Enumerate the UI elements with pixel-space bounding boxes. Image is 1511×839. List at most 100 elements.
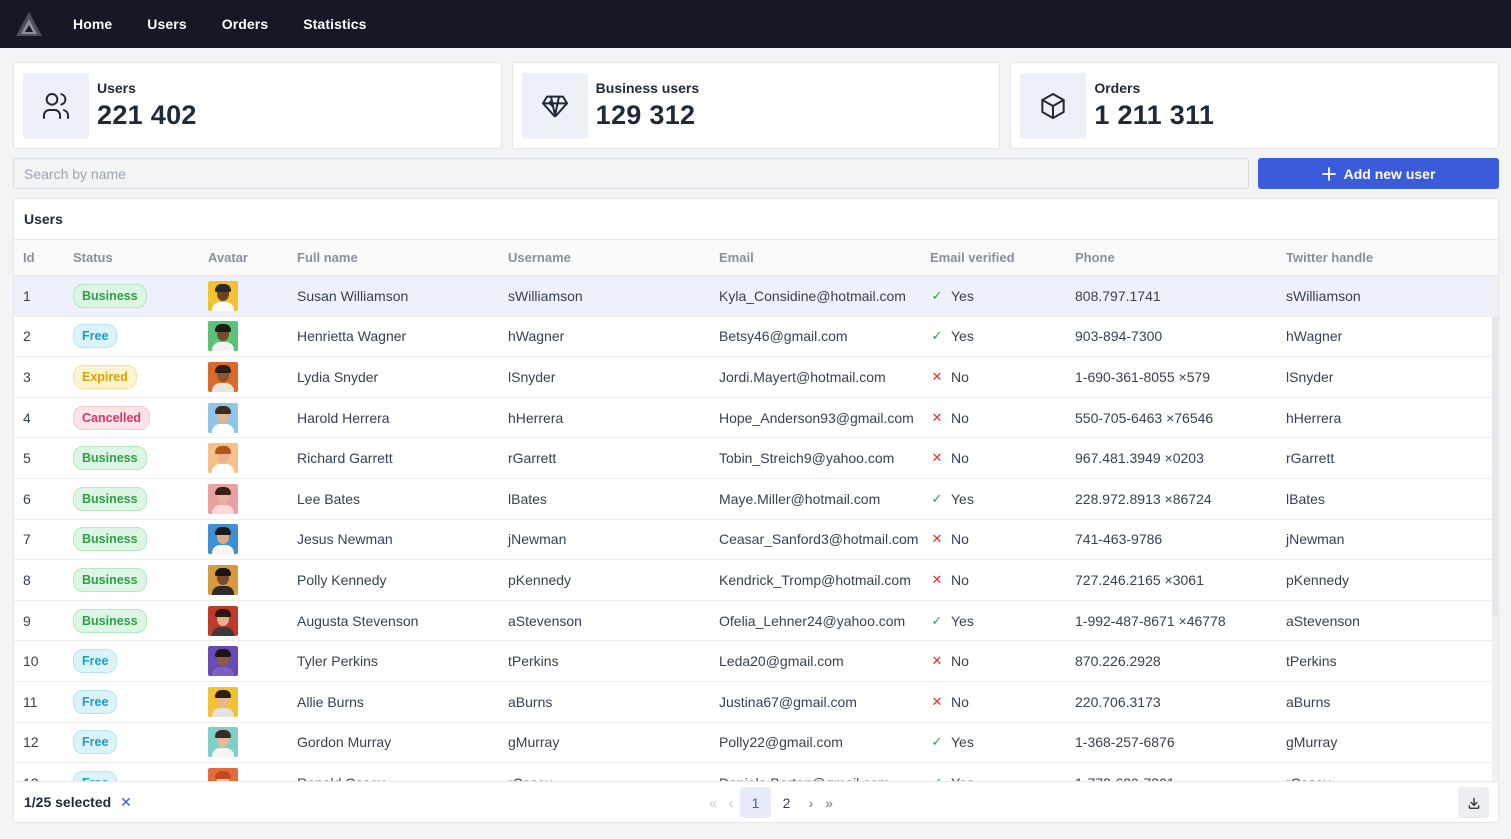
column-header-email[interactable]: Email xyxy=(719,250,930,265)
verified-label: Yes xyxy=(951,287,974,304)
first-page-icon[interactable]: « xyxy=(704,795,722,811)
status-badge: Business xyxy=(73,486,147,511)
add-user-button[interactable]: Add new user xyxy=(1258,158,1499,189)
cell-username: hWagner xyxy=(508,328,565,345)
page-button-1[interactable]: 1 xyxy=(740,787,771,818)
stat-label: Users xyxy=(97,80,136,96)
x-icon: ✕ xyxy=(931,571,943,587)
table-row[interactable]: 4 Cancelled Harold Herrera hHerrera Hope_And… xyxy=(14,398,1498,439)
table-row[interactable]: 6 Business Lee Bates lBates Maye.Miller@hotm… xyxy=(14,479,1498,520)
cell-email: Leda20@gmail.com xyxy=(719,653,844,670)
table-row[interactable]: 8 Business Polly Kennedy pKennedy Kendrick_T… xyxy=(14,560,1498,601)
column-header-twitter-handle[interactable]: Twitter handle xyxy=(1286,250,1498,265)
table-row[interactable]: 12 Free Gordon Murray gMurray Polly22@gmail.… xyxy=(14,723,1498,764)
cell-avatar xyxy=(208,564,297,595)
avatar[interactable] xyxy=(208,443,238,474)
verified-label: Yes xyxy=(951,328,974,345)
stat-label: Orders xyxy=(1094,80,1141,96)
avatar-hair xyxy=(215,689,231,698)
avatar[interactable] xyxy=(208,727,238,758)
cell-email: Hope_Anderson93@gmail.com xyxy=(719,409,914,426)
cell-email: Betsy46@gmail.com xyxy=(719,328,848,345)
next-page-icon[interactable]: › xyxy=(802,795,820,811)
column-header-id[interactable]: Id xyxy=(14,250,73,265)
last-page-icon[interactable]: » xyxy=(820,795,838,811)
table-body: 1 Business Susan Williamson sWilliamson Kyla… xyxy=(14,276,1498,782)
avatar[interactable] xyxy=(208,321,238,352)
column-header-status[interactable]: Status xyxy=(73,250,208,265)
table-row[interactable]: 10 Free Tyler Perkins tPerkins Leda20@gmail.… xyxy=(14,641,1498,682)
avatar-hair xyxy=(215,446,231,455)
verified-label: No xyxy=(951,571,969,588)
avatar-hair xyxy=(215,567,231,576)
avatar-body xyxy=(212,585,234,595)
nav-home-link[interactable]: Home xyxy=(73,16,112,32)
check-icon: ✓ xyxy=(931,287,943,303)
cell-username: aBurns xyxy=(508,693,553,710)
cell-full-name: Gordon Murray xyxy=(297,734,392,751)
avatar-hair xyxy=(215,283,231,292)
nav-statistics-link[interactable]: Statistics xyxy=(303,16,366,32)
verified-label: Yes xyxy=(951,612,974,629)
column-header-avatar[interactable]: Avatar xyxy=(208,250,297,265)
verified-label: No xyxy=(951,653,969,670)
table-row[interactable]: 2 Free Henrietta Wagner hWagner Betsy46@gmai… xyxy=(14,317,1498,358)
table-scrollbar[interactable] xyxy=(1492,276,1498,782)
avatar[interactable] xyxy=(208,646,238,677)
users-icon xyxy=(23,72,89,139)
status-badge: Business xyxy=(73,567,147,592)
table-row[interactable]: 1 Business Susan Williamson sWilliamson Kyla… xyxy=(14,276,1498,317)
avatar[interactable] xyxy=(208,564,238,595)
column-header-username[interactable]: Username xyxy=(508,250,719,265)
cell-id: 7 xyxy=(23,531,31,548)
avatar[interactable] xyxy=(208,280,238,311)
status-badge: Free xyxy=(73,689,118,714)
column-header-phone[interactable]: Phone xyxy=(1075,250,1286,265)
avatar-hair xyxy=(215,527,231,536)
x-icon: ✕ xyxy=(931,368,943,384)
table-row[interactable]: 9 Business Augusta Stevenson aStevenson Ofel… xyxy=(14,601,1498,642)
search-input[interactable] xyxy=(13,158,1249,189)
table-row[interactable]: 7 Business Jesus Newman jNewman Ceasar_Sanfo… xyxy=(14,520,1498,561)
cell-id: 6 xyxy=(23,490,31,507)
scrollbar-thumb[interactable] xyxy=(1492,316,1498,616)
cell-status: Business xyxy=(73,527,208,552)
nav-orders-link[interactable]: Orders xyxy=(222,16,269,32)
cell-phone: 967.481.3949 ×0203 xyxy=(1075,450,1204,467)
avatar-hair xyxy=(215,730,231,739)
table-row[interactable]: 11 Free Allie Burns aBurns Justina67@gmail.c… xyxy=(14,682,1498,723)
logo-icon[interactable] xyxy=(15,10,43,38)
cell-email-verified: ✓ Yes xyxy=(930,288,1075,304)
avatar[interactable] xyxy=(208,686,238,717)
avatar-body xyxy=(212,504,234,514)
avatar[interactable] xyxy=(208,361,238,392)
cell-status: Business xyxy=(73,446,208,471)
table-row[interactable]: 3 Expired Lydia Snyder lSnyder Jordi.Mayert@… xyxy=(14,357,1498,398)
table-row[interactable]: 13FreeRonald CaseyrCaseyDaniela.Barton@g… xyxy=(14,763,1498,782)
page-button-2[interactable]: 2 xyxy=(771,787,802,818)
cell-email-verified: ✓ Yes xyxy=(930,734,1075,750)
avatar[interactable] xyxy=(208,767,238,782)
cell-avatar xyxy=(208,443,297,474)
cell-username: hHerrera xyxy=(508,409,564,426)
cell-id: 4 xyxy=(23,409,31,426)
cell-twitter-handle: tPerkins xyxy=(1286,653,1337,670)
download-button[interactable] xyxy=(1458,787,1489,818)
avatar[interactable] xyxy=(208,402,238,433)
avatar[interactable] xyxy=(208,483,238,514)
stat-value: 1 211 311 xyxy=(1094,100,1215,130)
column-header-email-verified[interactable]: Email verified xyxy=(930,250,1075,265)
nav-users-link[interactable]: Users xyxy=(147,16,186,32)
cell-full-name: Richard Garrett xyxy=(297,450,393,467)
avatar[interactable] xyxy=(208,524,238,555)
avatar[interactable] xyxy=(208,605,238,636)
cell-avatar xyxy=(208,605,297,636)
column-header-full-name[interactable]: Full name xyxy=(297,250,508,265)
table-row[interactable]: 5 Business Richard Garrett rGarrett Tobin_St… xyxy=(14,438,1498,479)
status-badge: Expired xyxy=(73,364,137,389)
cell-username: aStevenson xyxy=(508,612,582,629)
close-icon[interactable]: ✕ xyxy=(120,794,132,811)
avatar-hair xyxy=(215,405,231,414)
cell-email: Justina67@gmail.com xyxy=(719,693,857,710)
prev-page-icon[interactable]: ‹ xyxy=(722,795,740,811)
